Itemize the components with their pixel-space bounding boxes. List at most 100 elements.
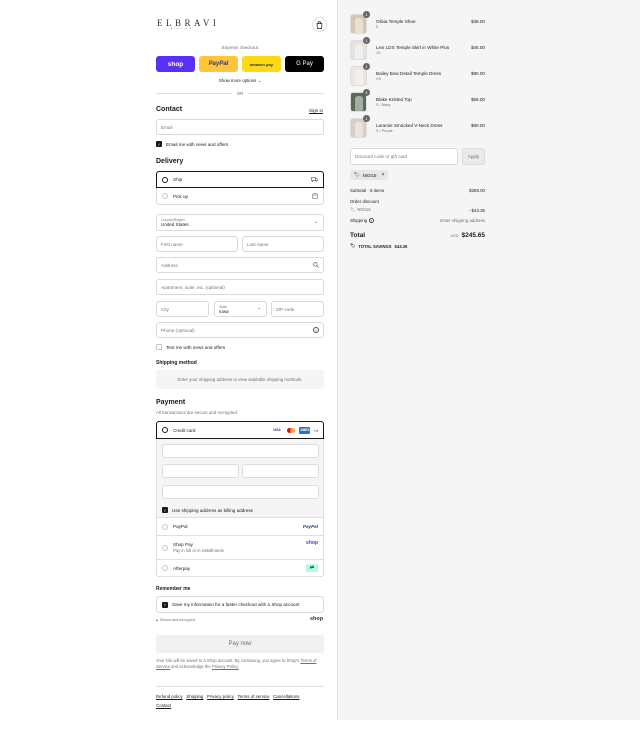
shop-pay-button[interactable]: shop	[156, 56, 195, 72]
amazon-pay-button[interactable]: amazon pay	[242, 56, 281, 72]
help-icon[interactable]: ?	[313, 327, 319, 333]
footer-contact[interactable]: Contact	[156, 703, 171, 708]
text-news-checkbox[interactable]	[156, 344, 162, 350]
total-savings-label: TOTAL SAVINGS	[358, 243, 392, 249]
amex-icon: AMEX	[299, 426, 311, 434]
shipping-help-icon[interactable]: ?	[369, 218, 374, 223]
total-value: $245.65	[461, 232, 486, 239]
text-news-checkbox-row[interactable]: Text me with news and offers	[156, 344, 225, 350]
total-row: USD $245.65	[425, 232, 485, 239]
search-icon	[313, 262, 319, 268]
shipping-value: Enter shipping address	[440, 218, 485, 223]
card-number-input[interactable]	[162, 444, 319, 458]
privacy-policy-link[interactable]: Privacy Policy.	[212, 664, 239, 669]
tag-icon: 🏷︎	[354, 172, 360, 177]
phone-input[interactable]: Phone (optional)	[156, 322, 324, 338]
remove-discount-icon[interactable]: ×	[382, 172, 385, 178]
pickup-option[interactable]: Pick up	[156, 188, 324, 205]
last-name-placeholder: Last name	[247, 241, 269, 247]
show-more-options-link[interactable]: Show more options ⌄	[156, 78, 324, 84]
discount-placeholder: Discount code or gift card	[355, 154, 408, 159]
footer-refund-policy[interactable]: Refund policy	[156, 694, 183, 699]
bag-icon	[316, 20, 323, 29]
last-name-input[interactable]: Last name	[242, 236, 324, 252]
save-info-label: Save my information for a faster checkou…	[172, 602, 300, 607]
delivery-heading: Delivery	[156, 158, 184, 165]
ship-radio[interactable]	[162, 176, 168, 183]
apply-discount-button[interactable]: Apply	[462, 148, 485, 165]
apartment-input[interactable]: Apartment, suite, etc. (optional)	[156, 279, 324, 295]
item-price: $60.00	[470, 123, 485, 128]
expiry-input[interactable]	[162, 464, 239, 478]
address-input[interactable]: Address	[156, 257, 324, 273]
payment-heading: Payment	[156, 399, 186, 406]
paypal-button[interactable]: PayPal	[199, 56, 238, 72]
paypal-radio[interactable]	[162, 523, 168, 530]
secure-note: 🔒︎ Secure and encrypted	[156, 618, 195, 622]
footer-terms-of-service[interactable]: Terms of service	[237, 694, 269, 699]
item-variant: 5	[376, 25, 379, 29]
billing-address-checkbox[interactable]: ✓	[162, 507, 168, 513]
currency-code: USD	[450, 234, 459, 238]
page-bottom-whitespace	[0, 720, 640, 747]
first-name-input[interactable]: First name	[156, 236, 238, 252]
cart-bag-button[interactable]	[312, 17, 327, 32]
email-news-checkbox[interactable]: ✓	[156, 141, 162, 147]
applied-discount-tag: 🏷︎ NIGI15 ×	[350, 170, 389, 180]
name-on-card-input[interactable]	[162, 485, 319, 499]
store-logo[interactable]: ELBRAVI	[157, 18, 219, 28]
show-more-label: Show more options	[218, 78, 257, 83]
google-pay-button[interactable]: G Pay	[285, 56, 324, 72]
country-select[interactable]: Country/Region United States	[156, 214, 324, 231]
footer-cancellations[interactable]: Cancellations	[273, 694, 299, 699]
save-info-row[interactable]: ✓ Save my information for a faster check…	[156, 596, 324, 613]
shop-pay-sublabel: Pay in full or in installments	[173, 548, 224, 553]
pickup-radio[interactable]	[162, 193, 168, 199]
shop-pay-option[interactable]: Shop Pay Pay in full or in installments …	[156, 536, 324, 560]
item-quantity-badge: 1	[363, 11, 370, 18]
footer-divider	[156, 686, 324, 687]
tag-icon: 🏷︎	[350, 207, 356, 212]
footer-privacy-policy[interactable]: Privacy policy	[207, 694, 234, 699]
billing-address-checkbox-row[interactable]: ✓ Use shipping address as billing addres…	[162, 507, 253, 513]
afterpay-option[interactable]: Afterpay ⇄	[156, 560, 324, 577]
shop-pay-radio[interactable]	[162, 544, 168, 551]
zip-input[interactable]: ZIP code	[271, 301, 324, 317]
item-quantity-badge: 1	[363, 89, 370, 96]
shipping-label: Shipping	[350, 218, 368, 223]
ship-option[interactable]: Ship	[156, 171, 324, 188]
order-discount-code: NIGI15	[357, 207, 371, 212]
credit-card-radio[interactable]	[162, 427, 168, 433]
shop-pay-label: Shop Pay	[173, 542, 193, 547]
tag-icon: 🏷︎	[350, 243, 356, 248]
total-label: Total	[350, 232, 366, 239]
item-variant: XS	[376, 77, 382, 81]
cart-item: 1 Bailey Bow Detail Temple Dress XS $90.…	[350, 63, 485, 87]
state-value: Iowa	[219, 308, 229, 314]
or-divider-text: OR	[236, 90, 244, 96]
cart-item: 1 Blake Knitted Top S / Navy $56.00	[350, 89, 485, 113]
email-input[interactable]: Email	[156, 119, 324, 135]
chevron-down-icon: ⌄	[257, 78, 262, 83]
paypal-option[interactable]: PayPal PayPal	[156, 518, 324, 536]
item-quantity-badge: 1	[363, 115, 370, 122]
pickup-label: Pick up	[173, 193, 189, 199]
phone-placeholder: Phone (optional)	[161, 327, 195, 333]
afterpay-radio[interactable]	[162, 565, 168, 571]
sign-in-link[interactable]: Sign in	[309, 108, 323, 113]
item-name: Lexi LDS Temple Skirt in White Plus	[376, 45, 450, 50]
cart-item: 1 Lexi LDS Temple Skirt in White Plus 1X…	[350, 37, 485, 61]
afterpay-label: Afterpay	[173, 565, 191, 571]
city-input[interactable]: City	[156, 301, 209, 317]
email-news-checkbox-row[interactable]: ✓ Email me with news and offers	[156, 141, 228, 147]
order-discount-amount: - $43.35	[468, 208, 485, 213]
save-info-checkbox[interactable]: ✓	[162, 601, 168, 608]
footer-shipping[interactable]: Shipping	[186, 694, 203, 699]
shop-logo: shop	[310, 616, 324, 622]
credit-card-option[interactable]: Credit card VISA AMEX +4	[156, 421, 324, 439]
apartment-placeholder: Apartment, suite, etc. (optional)	[161, 284, 225, 290]
discount-code-input[interactable]: Discount code or gift card	[350, 148, 458, 165]
security-code-input[interactable]	[242, 464, 319, 478]
paypal-option-label: PayPal	[173, 524, 188, 529]
pay-now-button[interactable]: Pay now	[156, 635, 324, 653]
